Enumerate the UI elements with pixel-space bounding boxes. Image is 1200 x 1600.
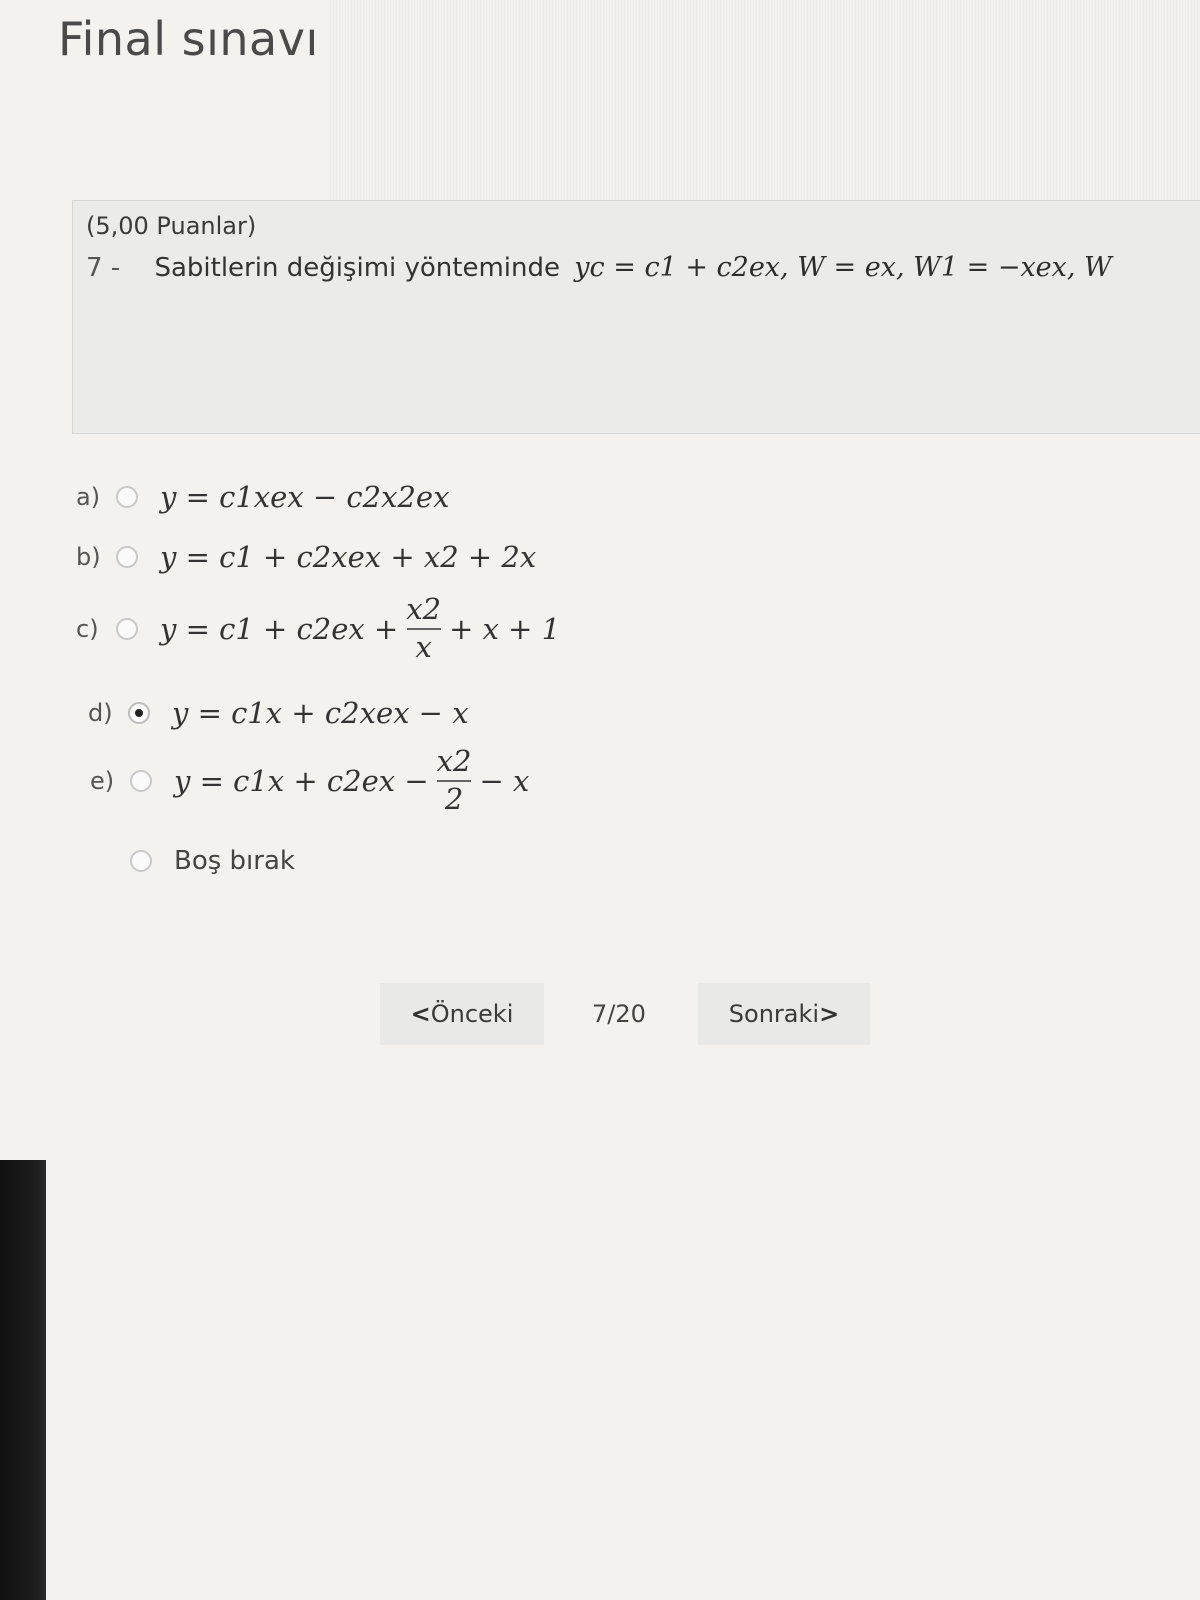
option-letter: e) [90,766,115,795]
previous-label: Önceki [430,1000,514,1028]
option-c-formula-end: + x + 1 [449,611,561,646]
page-title: Final sınavı [58,12,319,66]
chevron-right-icon: > [819,1000,840,1028]
question-text-line: 7 - Sabitlerin değişimi yönteminde yc = … [86,252,1200,283]
option-b[interactable]: b) y = c1 + c2xex + x2 + 2x [76,540,536,574]
option-e-radio[interactable] [130,769,152,792]
option-c-fraction: x2 x [406,592,442,664]
next-label: Sonraki [728,1000,820,1028]
option-e-formula-end: − x [479,763,530,798]
option-b-radio[interactable] [116,546,138,568]
option-c-radio[interactable] [116,617,138,640]
option-d[interactable]: d) y = c1x + c2xex − x [88,696,469,730]
option-d-formula: y = c1x + c2xex − x [172,696,469,730]
page-counter: 7/20 [592,1000,646,1028]
background-stripes [330,0,1200,205]
option-letter: a) [76,483,101,511]
option-a[interactable]: a) y = c1xex − c2x2ex [76,480,449,514]
question-text: Sabitlerin değişimi yönteminde [154,253,561,283]
option-c-formula-start: y = c1 + c2ex + [160,611,399,646]
option-letter: d) [88,699,113,727]
next-button[interactable]: Sonraki > [698,983,870,1045]
option-a-radio[interactable] [116,486,138,508]
option-b-formula: y = c1 + c2xex + x2 + 2x [160,540,537,574]
fraction-numerator: x2 [436,744,472,778]
fraction-denominator: x [415,629,432,664]
option-letter: b) [76,543,101,571]
question-number: 7 - [86,253,121,283]
option-e-fraction: x2 2 [436,744,472,816]
option-letter: c) [76,614,99,643]
option-blank[interactable]: Boş bırak [130,846,295,876]
fraction-denominator: 2 [444,781,464,816]
option-e[interactable]: e) y = c1x + c2ex − x2 2 − x [90,744,530,816]
fraction-numerator: x2 [406,592,442,626]
option-a-formula: y = c1xex − c2x2ex [160,480,450,514]
option-blank-label: Boş bırak [174,846,295,876]
monitor-bezel [0,1160,46,1600]
option-c[interactable]: c) y = c1 + c2ex + x2 x + x + 1 [76,592,561,664]
option-d-radio[interactable] [128,702,150,724]
question-points: (5,00 Puanlar) [86,212,257,240]
question-math: yc = c1 + c2ex, W = ex, W1 = −xex, W [574,252,1112,283]
chevron-left-icon: < [410,1000,431,1028]
option-e-formula-start: y = c1x + c2ex − [174,763,429,798]
previous-button[interactable]: < Önceki [380,983,544,1045]
option-blank-radio[interactable] [130,850,152,872]
